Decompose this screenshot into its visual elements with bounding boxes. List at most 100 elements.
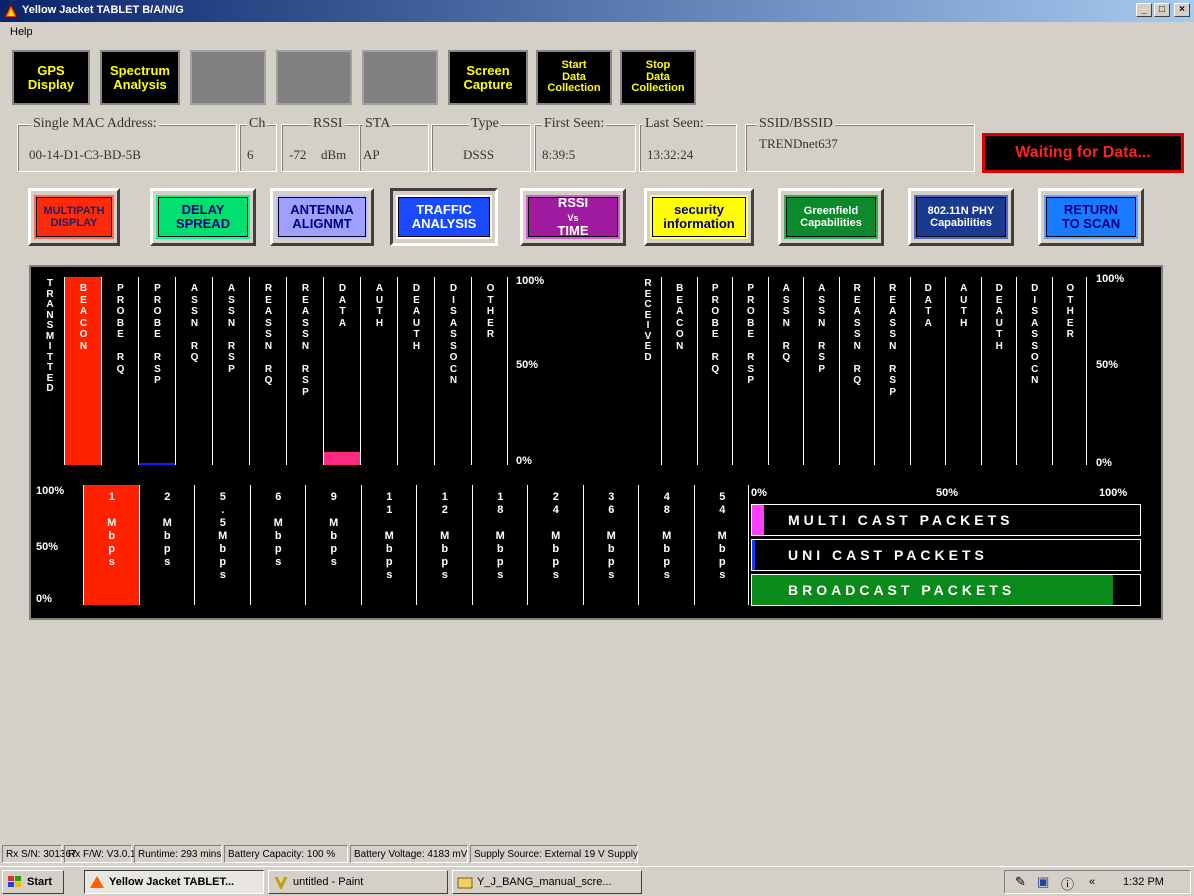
bar-column: D A T A — [323, 277, 360, 465]
bar-column: 2 4 M b p s — [527, 485, 583, 605]
mode-button-security-information[interactable]: security information — [644, 188, 754, 246]
toolbar-label: Data — [646, 70, 670, 83]
bar-header: B E A C O N — [675, 283, 684, 352]
toolbar-empty-slot[interactable] — [276, 50, 352, 105]
bar-header: 5 4 M b p s — [717, 491, 727, 581]
toolbar-button-spectrum-analysis[interactable]: Spectrum Analysis — [100, 50, 180, 105]
mode-button-greenfield-capabilities[interactable]: Greenfield Capabilities — [778, 188, 884, 246]
rssi-label: RSSI — [311, 116, 345, 132]
bar-column: 4 8 M b p s — [638, 485, 694, 605]
mode-button-face: Greenfield Capabilities — [786, 197, 876, 237]
mode-button-face: RSSI Vs TIME — [528, 194, 618, 238]
bar-header: D I S A S S O C N — [1030, 283, 1039, 386]
bar-header: A S S N R Q — [190, 283, 199, 363]
minimize-button[interactable]: _ — [1136, 3, 1152, 17]
mode-label: RSSI — [557, 194, 589, 210]
bar-header: D E A U T H — [412, 283, 421, 352]
close-button[interactable]: × — [1174, 3, 1190, 17]
bar-header: D I S A S S O C N — [449, 283, 458, 386]
mode-label: Greenfield — [803, 204, 859, 217]
mode-button-return-toscan[interactable]: RETURN TO SCAN — [1038, 188, 1144, 246]
first-seen-label: First Seen: — [542, 116, 607, 132]
pen-icon[interactable]: ✎ — [1015, 874, 1026, 890]
toolbar-button-gps-display[interactable]: GPS Display — [12, 50, 90, 105]
bar-header: 6 M b p s — [273, 491, 283, 568]
bar-header: 5 . 5 M b p s — [218, 491, 228, 581]
bar-header: 1 2 M b p s — [440, 491, 450, 581]
toolbar-label: Collection — [631, 82, 685, 95]
axis-tick: 100% — [1096, 273, 1125, 285]
packet-label: BROADCAST PACKETS — [788, 582, 1016, 598]
bar-header: R E A S S N R S P — [889, 283, 897, 398]
bar-column: D E A U T H — [980, 277, 1017, 465]
mode-button-face: ANTENNA ALIGNMT — [278, 197, 366, 237]
toolbar-button-screen-capture[interactable]: Screen Capture — [448, 50, 528, 105]
bar-header: 1 M b p s — [107, 491, 117, 568]
traffic-panel: T R A N S M I T T E D B E A C O N P R O B … — [29, 265, 1163, 620]
bar-column: 9 M b p s — [305, 485, 361, 605]
start-button[interactable]: Start — [2, 870, 64, 894]
help-icon[interactable]: ⓘ — [1061, 874, 1074, 893]
mode-button-rssi-vs-time[interactable]: RSSI Vs TIME — [520, 188, 626, 246]
bar-column: A S S N R S P — [803, 277, 839, 465]
toolbar-button-start-data-collection[interactable]: Start Data Collection — [536, 50, 612, 105]
ssid-value: TRENDnet637 — [759, 136, 838, 151]
task-label: untitled - Paint — [293, 876, 364, 888]
bar-header: 2 M b p s — [162, 491, 172, 568]
bar-header: R E A S S N R S P — [301, 283, 310, 398]
rssi-unit: dBm — [321, 147, 347, 162]
bar-column: 1 1 M b p s — [360, 485, 417, 605]
axis-tick: 0% — [751, 487, 767, 499]
status-cell: Rx F/W: V3.0.1 — [64, 845, 136, 863]
status-cell: Runtime: 293 mins — [134, 845, 222, 863]
mode-button-delay-spread[interactable]: DELAY SPREAD — [150, 188, 256, 246]
mode-label: security — [674, 201, 724, 217]
status-bar: Rx S/N: 301367 Rx F/W: V3.0.1 Runtime: 293… — [0, 843, 1194, 865]
channel-label: Ch — [247, 116, 268, 132]
toolbar-button-stop-data-collection[interactable]: Stop Data Collection — [620, 50, 696, 105]
axis-tick: 100% — [36, 485, 65, 497]
bar — [752, 540, 755, 570]
flame-icon — [4, 3, 18, 18]
mode-button-antenna-alignmt[interactable]: ANTENNA ALIGNMT — [270, 188, 374, 246]
bar-header: 2 4 M b p s — [551, 491, 561, 581]
task-yellow-jacket[interactable]: Yellow Jacket TABLET... — [84, 870, 264, 894]
transmitted-label: T R A N S M I T T E D — [45, 278, 55, 394]
bar-column: B E A C O N — [661, 277, 697, 465]
task-folder[interactable]: Y_J_BANG_manual_scre... — [452, 870, 642, 894]
bar — [752, 505, 764, 535]
bar-header: P R O B E R Q — [711, 283, 720, 375]
mode-button-traffic-analysis[interactable]: TRAFFIC ANALYSIS — [390, 188, 498, 246]
bar-column: A S S N R S P — [212, 277, 249, 465]
tray-expand-icon[interactable]: « — [1089, 876, 1095, 888]
mode-button-multipath-display[interactable]: MULTIPATH DISPLAY — [28, 188, 120, 246]
packet-label: MULTI CAST PACKETS — [788, 512, 1014, 528]
packet-label: UNI CAST PACKETS — [788, 547, 988, 563]
bar-column: A S S N R Q — [767, 277, 804, 465]
bar-column: O T H E R — [1051, 277, 1087, 465]
toolbar-empty-slot[interactable] — [190, 50, 266, 105]
type-label: Type — [469, 116, 501, 132]
mode-label: TO SCAN — [1061, 216, 1121, 231]
mode-label: DELAY — [181, 201, 225, 217]
axis-tick: 0% — [36, 593, 52, 605]
mode-button-80211nphy-capabilities[interactable]: 802.11N PHY Capabilities — [908, 188, 1014, 246]
maximize-button[interactable]: □ — [1154, 3, 1170, 17]
menu-help[interactable]: Help — [10, 26, 33, 38]
mode-label: Capabilities — [930, 217, 992, 229]
tablet-icon[interactable]: ▣ — [1037, 874, 1049, 890]
status-cell: Battery Capacity: 100 % — [224, 845, 348, 863]
task-paint[interactable]: untitled - Paint — [268, 870, 448, 894]
mode-button-face: TRAFFIC ANALYSIS — [398, 197, 490, 237]
flame-icon — [90, 876, 104, 888]
last-seen-value: 13:32:24 — [647, 147, 694, 162]
mac-label: Single MAC Address: — [31, 116, 159, 132]
bar-column: P R O B E R S P — [732, 277, 768, 465]
toolbar-empty-slot[interactable] — [362, 50, 438, 105]
bar-column: D I S A S S O C N — [1016, 277, 1052, 465]
status-cell: Supply Source: External 19 V Supply — [470, 845, 638, 863]
axis-tick: 50% — [36, 541, 59, 553]
bar — [139, 463, 175, 465]
paint-icon — [274, 876, 288, 889]
task-label: Y_J_BANG_manual_scre... — [477, 876, 612, 888]
